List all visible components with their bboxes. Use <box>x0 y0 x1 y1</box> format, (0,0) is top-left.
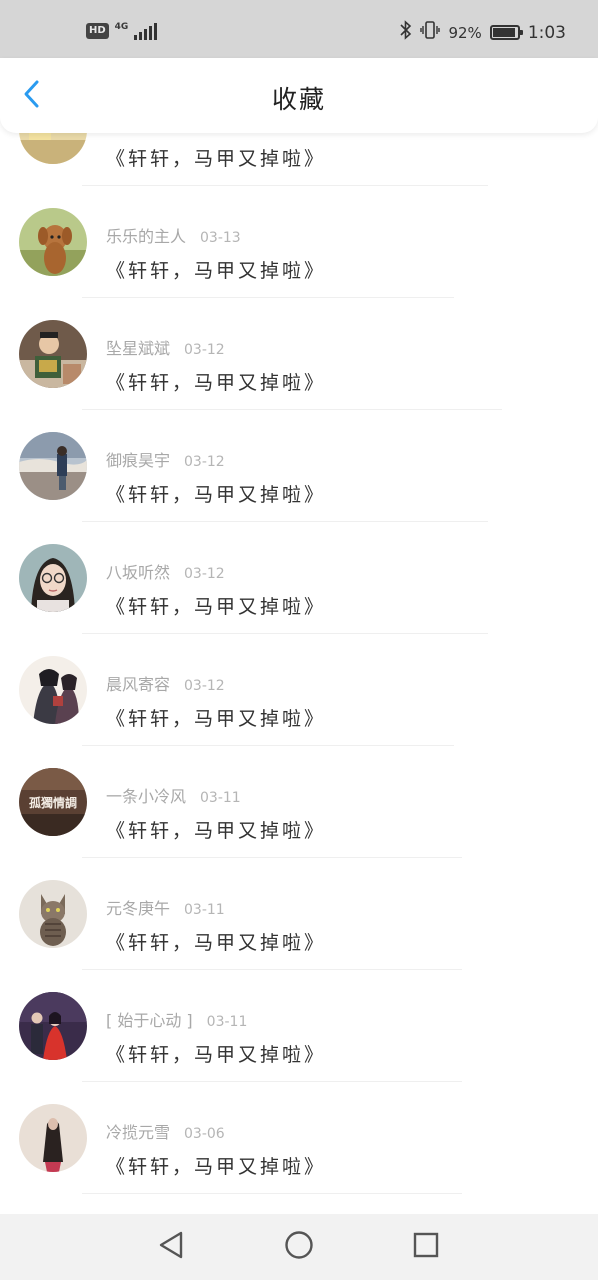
post-date: 03-12 <box>184 454 225 470</box>
username[interactable]: 八坂听然 03-12 <box>106 559 225 583</box>
username-text: 晨风寄容 <box>106 675 171 694</box>
username[interactable]: 御痕昊宇 03-12 <box>106 447 225 471</box>
favorite-item[interactable]: 孤獨情調 一条小冷风 03-11 《轩轩，马甲又掉啦》 <box>0 761 598 873</box>
item-divider <box>82 1081 462 1082</box>
favorite-item[interactable]: 元冬庚午 03-11 《轩轩，马甲又掉啦》 <box>0 873 598 985</box>
battery-percent: 92% <box>448 23 482 42</box>
username[interactable]: 乐乐的主人 03-13 <box>106 223 241 247</box>
favorites-screen: 《轩轩，马甲又掉啦》 乐乐的主人 03-13 《轩轩，马甲又掉啦》 坠星斌斌 03-12 《… <box>0 0 598 1280</box>
post-title[interactable]: 《轩轩，马甲又掉啦》 <box>106 1040 326 1067</box>
toy-figure-avatar[interactable] <box>19 320 87 388</box>
system-nav-bar <box>0 1214 598 1280</box>
post-date: 03-12 <box>184 678 225 694</box>
page-title: 收藏 <box>271 85 326 114</box>
post-title[interactable]: 《轩轩，马甲又掉啦》 <box>106 368 326 395</box>
post-date: 03-11 <box>184 902 225 918</box>
status-bar: HD 4G 92% 1:03 <box>0 0 598 58</box>
girl-glasses-avatar[interactable] <box>19 544 87 612</box>
username[interactable]: 坠星斌斌 03-12 <box>106 335 225 359</box>
item-divider <box>82 969 462 970</box>
battery-icon <box>489 25 523 40</box>
item-divider <box>82 409 502 410</box>
username-text: 冷揽元雪 <box>106 1123 171 1142</box>
circle-home-icon <box>284 1230 314 1264</box>
vibrate-icon <box>420 20 441 45</box>
post-title[interactable]: 《轩轩，马甲又掉啦》 <box>106 1152 326 1179</box>
item-divider <box>82 521 488 522</box>
username-text: 一条小冷风 <box>106 787 187 806</box>
favorite-item[interactable]: [ 始于心动 ] 03-11 《轩轩，马甲又掉啦》 <box>0 985 598 1097</box>
favorite-item[interactable]: 乐乐的主人 03-13 《轩轩，马甲又掉啦》 <box>0 201 598 313</box>
item-divider <box>82 185 488 186</box>
hd-badge: HD <box>86 23 109 39</box>
bluetooth-icon <box>400 20 412 45</box>
item-divider <box>82 633 488 634</box>
avatar-caption: 孤獨情調 <box>28 796 77 810</box>
nav-home-button[interactable] <box>284 1230 314 1264</box>
cat-avatar[interactable] <box>19 880 87 948</box>
nav-recents-button[interactable] <box>411 1232 441 1262</box>
item-divider <box>82 745 454 746</box>
username-text: 御痕昊宇 <box>106 451 171 470</box>
text-badge-avatar[interactable]: 孤獨情調 <box>19 768 87 836</box>
status-right: 92% 1:03 <box>400 20 566 45</box>
username-text: 八坂听然 <box>106 563 171 582</box>
post-date: 03-11 <box>200 790 241 806</box>
username[interactable]: [ 始于心动 ] 03-11 <box>106 1007 247 1031</box>
username-text: 坠星斌斌 <box>106 339 171 358</box>
post-title[interactable]: 《轩轩，马甲又掉啦》 <box>106 144 326 171</box>
triangle-back-icon <box>157 1230 185 1264</box>
post-title[interactable]: 《轩轩，马甲又掉啦》 <box>106 704 326 731</box>
poodle-avatar[interactable] <box>19 208 87 276</box>
username[interactable]: 晨风寄容 03-12 <box>106 671 225 695</box>
username[interactable]: 元冬庚午 03-11 <box>106 895 225 919</box>
post-date: 03-06 <box>184 1126 225 1142</box>
seaside-avatar[interactable] <box>19 432 87 500</box>
post-title[interactable]: 《轩轩，马甲又掉啦》 <box>106 816 326 843</box>
favorite-item[interactable]: 八坂听然 03-12 《轩轩，马甲又掉啦》 <box>0 537 598 649</box>
item-divider <box>82 857 462 858</box>
username[interactable]: 冷揽元雪 03-06 <box>106 1119 225 1143</box>
favorite-item[interactable]: 御痕昊宇 03-12 《轩轩，马甲又掉啦》 <box>0 425 598 537</box>
network-type: 4G <box>114 22 129 32</box>
post-title[interactable]: 《轩轩，马甲又掉啦》 <box>106 592 326 619</box>
username-text: [ 始于心动 ] <box>106 1011 193 1030</box>
post-title[interactable]: 《轩轩，马甲又掉啦》 <box>106 480 326 507</box>
long-hair-avatar[interactable] <box>19 1104 87 1172</box>
username-text: 乐乐的主人 <box>106 227 187 246</box>
anime-couple-avatar[interactable] <box>19 656 87 724</box>
square-recents-icon <box>412 1231 440 1263</box>
post-date: 03-13 <box>200 230 241 246</box>
item-divider <box>82 1193 462 1194</box>
app-header: 收藏 <box>0 58 598 133</box>
favorite-item[interactable]: 坠星斌斌 03-12 《轩轩，马甲又掉啦》 <box>0 313 598 425</box>
favorite-item[interactable]: 冷揽元雪 03-06 《轩轩，马甲又掉啦》 <box>0 1097 598 1209</box>
post-date: 03-11 <box>206 1014 248 1030</box>
nav-back-button[interactable] <box>156 1230 186 1264</box>
post-title[interactable]: 《轩轩，马甲又掉啦》 <box>106 928 326 955</box>
post-date: 03-12 <box>184 342 225 358</box>
couple-avatar[interactable] <box>19 992 87 1060</box>
favorite-item[interactable]: 晨风寄容 03-12 《轩轩，马甲又掉啦》 <box>0 649 598 761</box>
username-text: 元冬庚午 <box>106 899 171 918</box>
post-date: 03-12 <box>184 566 225 582</box>
status-left: HD 4G <box>86 22 158 40</box>
item-divider <box>82 297 454 298</box>
signal-icon <box>134 22 158 40</box>
username[interactable]: 一条小冷风 03-11 <box>106 783 241 807</box>
post-title[interactable]: 《轩轩，马甲又掉啦》 <box>106 256 326 283</box>
status-time: 1:03 <box>527 22 566 43</box>
